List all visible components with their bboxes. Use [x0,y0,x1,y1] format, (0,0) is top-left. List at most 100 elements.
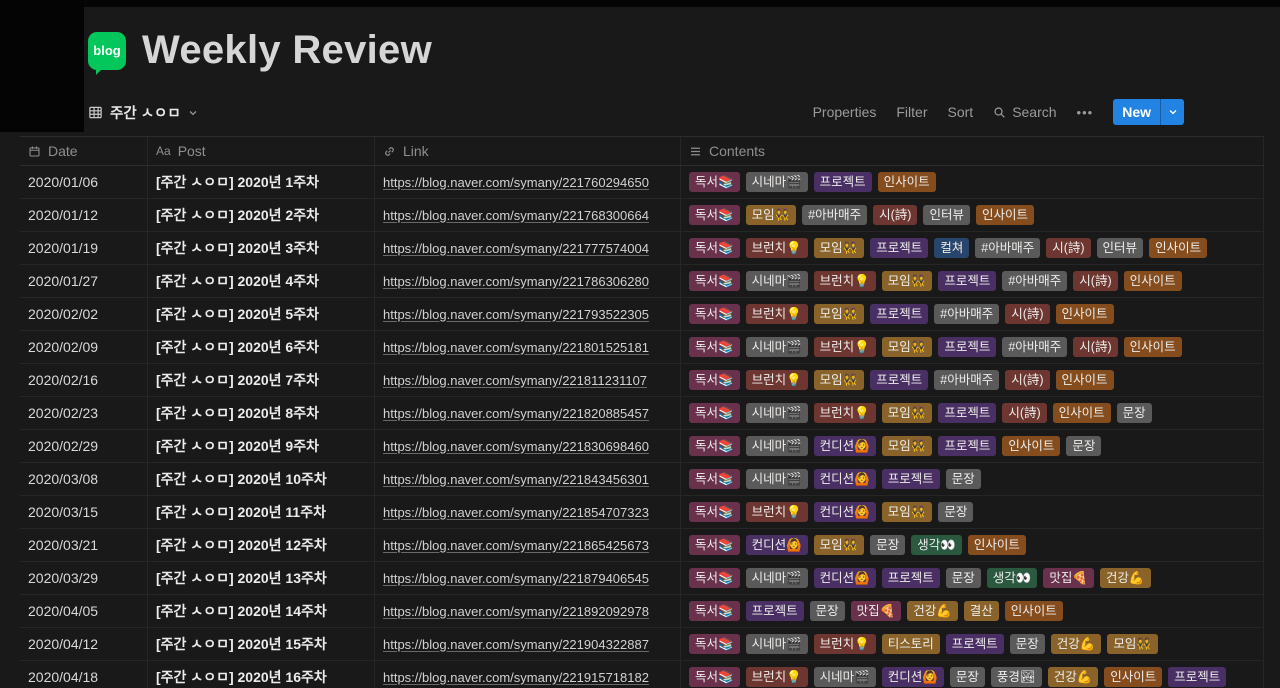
row-contents-cell[interactable]: 독서📚 브런치💡 컨디션🙆 모임👯 문장 [681,496,1264,528]
row-link-cell[interactable]: https://blog.naver.com/symany/2218547073… [375,496,681,528]
sort-button[interactable]: Sort [948,104,974,120]
row-link-cell[interactable]: https://blog.naver.com/symany/2218208854… [375,397,681,429]
row-contents-cell[interactable]: 독서📚 시네마🎬 컨디션🙆 모임👯 프로젝트 인사이트 문장 [681,430,1264,462]
content-tag: 컨디션🙆 [813,568,876,588]
content-tag: 건강💪 [1099,568,1151,588]
row-post-cell[interactable]: [주간 ㅅㅇㅁ] 2020년 12주차 [148,529,375,561]
row-contents-cell[interactable]: 독서📚 브런치💡 시네마🎬 컨디션🙆 문장 풍경🏞 건강💪 인사이트 프로젝트 [681,661,1264,688]
row-contents-cell[interactable]: 독서📚 컨디션🙆 모임👯 문장 생각👀 인사이트 [681,529,1264,561]
row-contents-cell[interactable]: 독서📚 시네마🎬 브런치💡 모임👯 프로젝트 #아바매주 시(詩) 인사이트 [681,265,1264,297]
properties-button[interactable]: Properties [813,104,877,120]
row-post-cell[interactable]: [주간 ㅅㅇㅁ] 2020년 13주차 [148,562,375,594]
row-link-cell[interactable]: https://blog.naver.com/symany/2217775740… [375,232,681,264]
row-post-cell[interactable]: [주간 ㅅㅇㅁ] 2020년 5주차 [148,298,375,330]
row-date-cell[interactable]: 2020/04/12 [20,628,148,660]
view-tab-weekly[interactable]: 주간 ㅅㅇㅁ [88,102,198,123]
row-date-cell[interactable]: 2020/01/19 [20,232,148,264]
row-post-cell[interactable]: [주간 ㅅㅇㅁ] 2020년 10주차 [148,463,375,495]
row-contents-cell[interactable]: 독서📚 브런치💡 모임👯 프로젝트 컬쳐 #아바매주 시(詩) 인터뷰 인사이트 [681,232,1264,264]
row-contents-cell[interactable]: 독서📚 시네마🎬 프로젝트 인사이트 [681,166,1264,198]
blog-post-link[interactable]: https://blog.naver.com/symany/2217683006… [383,208,649,223]
row-post-cell[interactable]: [주간 ㅅㅇㅁ] 2020년 1주차 [148,166,375,198]
row-contents-cell[interactable]: 독서📚 시네마🎬 컨디션🙆 프로젝트 문장 [681,463,1264,495]
row-contents-cell[interactable]: 독서📚 모임👯 #아바매주 시(詩) 인터뷰 인사이트 [681,199,1264,231]
column-header-date[interactable]: Date [20,137,148,165]
row-contents-cell[interactable]: 독서📚 브런치💡 모임👯 프로젝트 #아바매주 시(詩) 인사이트 [681,364,1264,396]
blog-post-link[interactable]: https://blog.naver.com/symany/2218434563… [383,472,649,487]
row-post-cell[interactable]: [주간 ㅅㅇㅁ] 2020년 14주차 [148,595,375,627]
blog-post-link[interactable]: https://blog.naver.com/symany/2217935223… [383,307,649,322]
row-post-cell[interactable]: [주간 ㅅㅇㅁ] 2020년 2주차 [148,199,375,231]
row-post-cell[interactable]: [주간 ㅅㅇㅁ] 2020년 3주차 [148,232,375,264]
row-link-cell[interactable]: https://blog.naver.com/symany/2217683006… [375,199,681,231]
row-contents-cell[interactable]: 독서📚 브런치💡 모임👯 프로젝트 #아바매주 시(詩) 인사이트 [681,298,1264,330]
row-post-cell[interactable]: [주간 ㅅㅇㅁ] 2020년 4주차 [148,265,375,297]
row-link-cell[interactable]: https://blog.naver.com/symany/2218794065… [375,562,681,594]
row-contents-cell[interactable]: 독서📚 프로젝트 문장 맛집🍕 건강💪 결산 인사이트 [681,595,1264,627]
blog-post-link[interactable]: https://blog.naver.com/symany/2218112311… [383,373,647,388]
row-link-cell[interactable]: https://blog.naver.com/symany/2218112311… [375,364,681,396]
new-button[interactable]: New [1113,99,1184,125]
content-tag: 시(詩) [1046,238,1091,258]
row-contents-cell[interactable]: 독서📚 시네마🎬 브런치💡 모임👯 프로젝트 시(詩) 인사이트 문장 [681,397,1264,429]
blog-post-link[interactable]: https://blog.naver.com/symany/2218920929… [383,604,649,619]
row-contents-cell[interactable]: 독서📚 시네마🎬 컨디션🙆 프로젝트 문장 생각👀 맛집🍕 건강💪 [681,562,1264,594]
blog-post-link[interactable]: https://blog.naver.com/symany/2219157181… [383,670,649,685]
row-post-cell[interactable]: [주간 ㅅㅇㅁ] 2020년 9주차 [148,430,375,462]
row-date-cell[interactable]: 2020/02/29 [20,430,148,462]
blog-post-link[interactable]: https://blog.naver.com/symany/2218306984… [383,439,649,454]
chevron-down-icon [188,106,198,118]
row-date-cell[interactable]: 2020/03/29 [20,562,148,594]
blog-post-link[interactable]: https://blog.naver.com/symany/2219043228… [383,637,649,652]
row-post-cell[interactable]: [주간 ㅅㅇㅁ] 2020년 15주차 [148,628,375,660]
more-options-button[interactable]: ••• [1077,105,1094,120]
column-header-contents[interactable]: Contents [681,137,1264,165]
row-link-cell[interactable]: https://blog.naver.com/symany/2218654256… [375,529,681,561]
row-date-cell[interactable]: 2020/01/27 [20,265,148,297]
row-link-cell[interactable]: https://blog.naver.com/symany/2218015251… [375,331,681,363]
row-date-cell[interactable]: 2020/04/05 [20,595,148,627]
content-tag: 브런치💡 [745,370,808,390]
row-post-cell[interactable]: [주간 ㅅㅇㅁ] 2020년 8주차 [148,397,375,429]
row-date-cell[interactable]: 2020/02/02 [20,298,148,330]
column-header-link[interactable]: Link [375,137,681,165]
row-link-cell[interactable]: https://blog.naver.com/symany/2219043228… [375,628,681,660]
blog-post-link[interactable]: https://blog.naver.com/symany/2218794065… [383,571,649,586]
new-dropdown-button[interactable] [1160,99,1184,125]
blog-post-link[interactable]: https://blog.naver.com/symany/2218654256… [383,538,649,553]
blog-post-link[interactable]: https://blog.naver.com/symany/2217602946… [383,175,649,190]
row-post-cell[interactable]: [주간 ㅅㅇㅁ] 2020년 11주차 [148,496,375,528]
filter-button[interactable]: Filter [896,104,927,120]
content-tag: 건강💪 [1047,667,1099,687]
row-date-cell[interactable]: 2020/02/09 [20,331,148,363]
blog-post-link[interactable]: https://blog.naver.com/symany/2218547073… [383,505,649,520]
row-link-cell[interactable]: https://blog.naver.com/symany/2218920929… [375,595,681,627]
row-link-cell[interactable]: https://blog.naver.com/symany/2217935223… [375,298,681,330]
row-link-cell[interactable]: https://blog.naver.com/symany/2217863062… [375,265,681,297]
row-date-cell[interactable]: 2020/02/23 [20,397,148,429]
row-date-cell[interactable]: 2020/01/12 [20,199,148,231]
row-date-cell[interactable]: 2020/03/08 [20,463,148,495]
row-date-cell[interactable]: 2020/03/15 [20,496,148,528]
row-date-cell[interactable]: 2020/02/16 [20,364,148,396]
row-date-cell[interactable]: 2020/01/06 [20,166,148,198]
blog-post-link[interactable]: https://blog.naver.com/symany/2218015251… [383,340,649,355]
blog-post-link[interactable]: https://blog.naver.com/symany/2217775740… [383,241,649,256]
row-date-cell[interactable]: 2020/04/18 [20,661,148,688]
row-contents-cell[interactable]: 독서📚 시네마🎬 브런치💡 티스토리 프로젝트 문장 건강💪 모임👯 [681,628,1264,660]
row-post-cell[interactable]: [주간 ㅅㅇㅁ] 2020년 7주차 [148,364,375,396]
blog-post-link[interactable]: https://blog.naver.com/symany/2218208854… [383,406,649,421]
content-tag: 컨디션🙆 [813,502,876,522]
row-link-cell[interactable]: https://blog.naver.com/symany/2219157181… [375,661,681,688]
search-button[interactable]: Search [993,104,1057,120]
row-date-cell[interactable]: 2020/03/21 [20,529,148,561]
row-post-cell[interactable]: [주간 ㅅㅇㅁ] 2020년 16주차 [148,661,375,688]
new-button-label[interactable]: New [1113,99,1160,125]
column-header-post[interactable]: Aa Post [148,137,375,165]
row-link-cell[interactable]: https://blog.naver.com/symany/2218434563… [375,463,681,495]
row-post-cell[interactable]: [주간 ㅅㅇㅁ] 2020년 6주차 [148,331,375,363]
row-link-cell[interactable]: https://blog.naver.com/symany/2217602946… [375,166,681,198]
blog-post-link[interactable]: https://blog.naver.com/symany/2217863062… [383,274,649,289]
row-contents-cell[interactable]: 독서📚 시네마🎬 브런치💡 모임👯 프로젝트 #아바매주 시(詩) 인사이트 [681,331,1264,363]
row-link-cell[interactable]: https://blog.naver.com/symany/2218306984… [375,430,681,462]
